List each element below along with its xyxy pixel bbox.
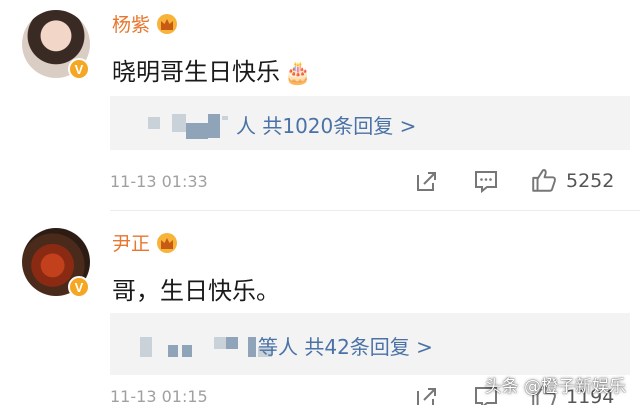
like-icon[interactable]: [530, 166, 558, 194]
comment-timestamp: 11-13 01:33: [110, 172, 208, 191]
watermark: 头条 @橙子新娱乐: [484, 377, 626, 397]
author-name-text: 杨紫: [112, 14, 151, 36]
blurred-name: [148, 117, 160, 129]
comment-item: V 杨紫 晓明哥生日快乐 🎂 人 共1020条回复 > 11-13 01:33 5…: [0, 0, 640, 210]
crown-icon: [157, 233, 178, 253]
avatar[interactable]: V: [22, 10, 90, 80]
blurred-name: [226, 337, 238, 349]
reply-count-link[interactable]: 人 共1020条回复 >: [236, 110, 416, 139]
comment-text-content: 晓明哥生日快乐: [112, 58, 280, 86]
share-icon[interactable]: [414, 168, 440, 194]
comment-icon[interactable]: [473, 168, 499, 194]
blurred-name: [214, 337, 226, 349]
avatar[interactable]: V: [22, 228, 90, 298]
author-name[interactable]: 杨紫: [112, 10, 178, 37]
blurred-name: [248, 337, 256, 357]
cake-emoji: 🎂: [284, 61, 312, 86]
verified-badge-icon: V: [68, 276, 90, 298]
reply-summary-box[interactable]: 等人 共42条回复 >: [110, 313, 630, 375]
comment-timestamp: 11-13 01:15: [110, 387, 208, 405]
blurred-name: [140, 337, 152, 357]
author-name-text: 尹正: [112, 233, 151, 255]
blurred-name: [186, 123, 208, 139]
blurred-name: [172, 114, 186, 132]
crown-icon: [157, 14, 178, 34]
share-icon[interactable]: [414, 384, 440, 405]
blurred-name: [168, 345, 178, 357]
reply-summary-box[interactable]: 人 共1020条回复 >: [110, 96, 630, 150]
verified-badge-icon: V: [68, 58, 90, 80]
comment-text: 晓明哥生日快乐 🎂: [112, 52, 311, 87]
reply-count-link[interactable]: 等人 共42条回复 >: [258, 331, 433, 360]
author-name[interactable]: 尹正: [112, 229, 178, 256]
blurred-name: [208, 114, 220, 138]
blurred-name: [182, 345, 192, 357]
comment-text: 哥，生日快乐。: [112, 277, 280, 305]
like-count: 5252: [566, 170, 615, 192]
blurred-name: [222, 116, 228, 120]
